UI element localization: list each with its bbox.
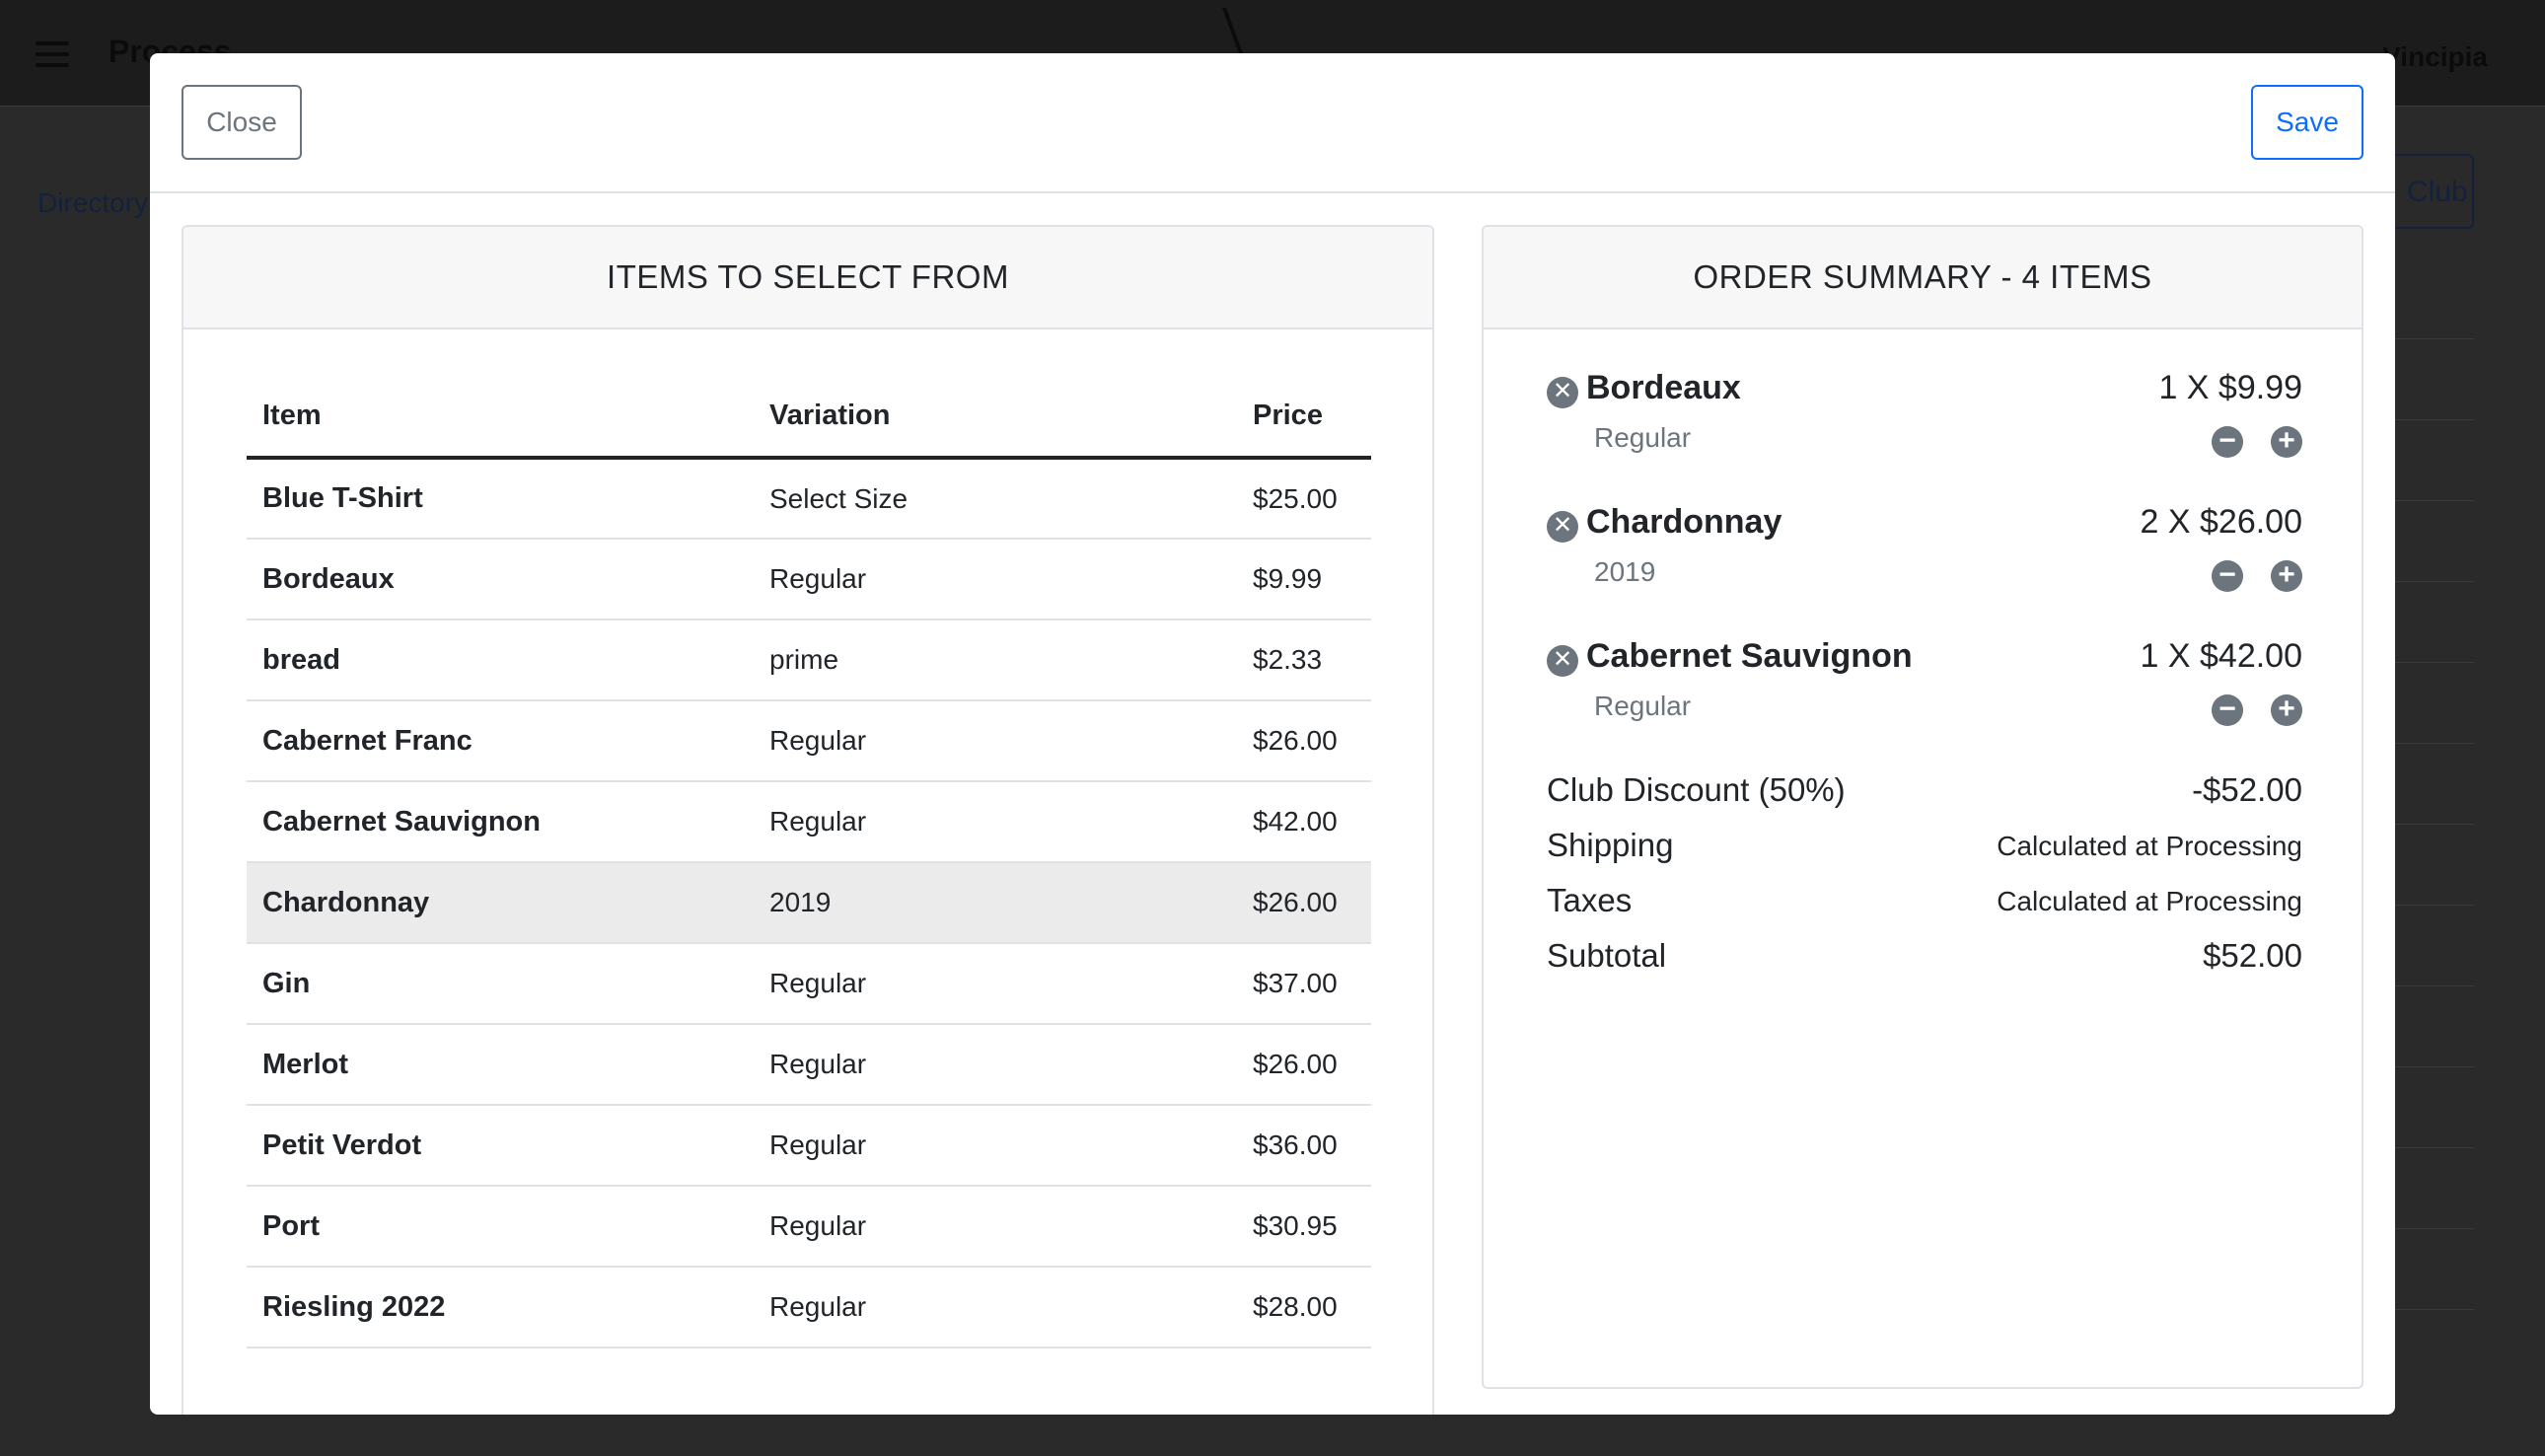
item-variation: Regular	[754, 1024, 1237, 1106]
items-panel: ITEMS TO SELECT FROM Item Variation Pric…	[182, 225, 1434, 1415]
discount-label: Club Discount (50%)	[1547, 771, 1846, 808]
subtotal-value: $52.00	[2203, 937, 2302, 974]
order-item: ✕ Cabernet Sauvignon Regular 1 X $42.00 …	[1547, 633, 2302, 767]
order-item-name: Chardonnay	[1586, 503, 1782, 541]
item-price: $25.00	[1237, 458, 1371, 540]
table-row[interactable]: Gin Regular $37.00	[247, 943, 1371, 1025]
table-row[interactable]: Cabernet Franc Regular $26.00	[247, 700, 1371, 782]
item-name: Cabernet Sauvignon	[247, 781, 754, 863]
order-item-variation: Regular	[1594, 422, 1692, 453]
table-row[interactable]: Bordeaux Regular $9.99	[247, 539, 1371, 620]
close-button[interactable]: Close	[182, 85, 302, 160]
order-item-variation: 2019	[1594, 556, 1656, 587]
modal-header: Close Save	[150, 53, 2395, 193]
item-name: Merlot	[247, 1024, 754, 1106]
order-summary-panel: ORDER SUMMARY - 4 ITEMS ✕ Bordeaux Regul…	[1482, 225, 2363, 1389]
menu-icon[interactable]	[36, 41, 69, 67]
item-price: $30.95	[1237, 1186, 1371, 1268]
subtotal-row: Subtotal $52.00	[1547, 937, 2302, 986]
subtotal-label: Subtotal	[1547, 937, 1667, 974]
column-header-variation: Variation	[754, 375, 1237, 460]
item-variation: 2019	[754, 862, 1237, 944]
shipping-label: Shipping	[1547, 827, 1674, 863]
item-variation: prime	[754, 619, 1237, 701]
item-price: $9.99	[1237, 539, 1371, 620]
remove-icon[interactable]: ✕	[1547, 511, 1578, 543]
save-button[interactable]: Save	[2251, 85, 2363, 160]
minus-icon[interactable]: −	[2212, 426, 2243, 458]
order-item-quantity-price: 2 X $26.00	[2140, 503, 2302, 541]
table-row[interactable]: Blue T-Shirt Select Size $25.00	[247, 458, 1371, 540]
minus-icon[interactable]: −	[2212, 560, 2243, 592]
items-table: Item Variation Price Blue T-Shirt Select…	[247, 375, 1371, 1348]
table-row[interactable]: Port Regular $30.95	[247, 1186, 1371, 1268]
item-name: Bordeaux	[247, 539, 754, 620]
item-variation: Regular	[754, 1267, 1237, 1348]
item-name: Gin	[247, 943, 754, 1025]
item-name: Petit Verdot	[247, 1105, 754, 1187]
shipping-row: Shipping Calculated at Processing	[1547, 827, 2302, 876]
item-name: Chardonnay	[247, 862, 754, 944]
table-row[interactable]: Petit Verdot Regular $36.00	[247, 1105, 1371, 1187]
item-name: Cabernet Franc	[247, 700, 754, 782]
order-item-quantity-price: 1 X $9.99	[2158, 369, 2302, 406]
taxes-row: Taxes Calculated at Processing	[1547, 882, 2302, 931]
table-row[interactable]: Riesling 2022 Regular $28.00	[247, 1267, 1371, 1348]
item-price: $2.33	[1237, 619, 1371, 701]
taxes-label: Taxes	[1547, 882, 1633, 918]
shipping-value: Calculated at Processing	[1997, 831, 2302, 861]
item-price: $28.00	[1237, 1267, 1371, 1348]
item-variation: Regular	[754, 1105, 1237, 1187]
table-row[interactable]: bread prime $2.33	[247, 619, 1371, 701]
item-variation: Regular	[754, 700, 1237, 782]
item-variation: Regular	[754, 539, 1237, 620]
item-variation: Select Size	[754, 458, 1237, 540]
order-item-variation: Regular	[1594, 691, 1692, 721]
table-row[interactable]: Cabernet Sauvignon Regular $42.00	[247, 781, 1371, 863]
order-modal: Close Save ITEMS TO SELECT FROM Item Var…	[150, 53, 2395, 1415]
order-item-quantity-price: 1 X $42.00	[2140, 637, 2302, 675]
discount-row: Club Discount (50%) -$52.00	[1547, 771, 2302, 821]
remove-icon[interactable]: ✕	[1547, 377, 1578, 408]
item-price: $26.00	[1237, 700, 1371, 782]
minus-icon[interactable]: −	[2212, 694, 2243, 726]
item-name: Port	[247, 1186, 754, 1268]
column-header-price: Price	[1237, 375, 1371, 460]
plus-icon[interactable]: +	[2271, 694, 2302, 726]
discount-value: -$52.00	[2192, 771, 2302, 808]
order-item-name: Cabernet Sauvignon	[1586, 637, 1913, 675]
item-variation: Regular	[754, 943, 1237, 1025]
order-summary-title: ORDER SUMMARY - 4 ITEMS	[1484, 227, 2362, 329]
item-price: $36.00	[1237, 1105, 1371, 1187]
item-variation: Regular	[754, 781, 1237, 863]
item-name: bread	[247, 619, 754, 701]
item-name: Riesling 2022	[247, 1267, 754, 1348]
item-price: $26.00	[1237, 1024, 1371, 1106]
item-variation: Regular	[754, 1186, 1237, 1268]
order-item: ✕ Bordeaux Regular 1 X $9.99 − +	[1547, 365, 2302, 499]
remove-icon[interactable]: ✕	[1547, 645, 1578, 677]
item-price: $42.00	[1237, 781, 1371, 863]
items-panel-title: ITEMS TO SELECT FROM	[183, 227, 1432, 329]
table-row-highlighted[interactable]: Chardonnay 2019 $26.00	[247, 862, 1371, 944]
plus-icon[interactable]: +	[2271, 560, 2302, 592]
plus-icon[interactable]: +	[2271, 426, 2302, 458]
table-row[interactable]: Merlot Regular $26.00	[247, 1024, 1371, 1106]
item-name: Blue T-Shirt	[247, 458, 754, 540]
background-account-name: Vincipia	[2382, 41, 2488, 72]
column-header-item: Item	[247, 375, 754, 460]
order-item-name: Bordeaux	[1586, 369, 1741, 406]
directory-link[interactable]: Directory	[37, 187, 148, 219]
item-price: $26.00	[1237, 862, 1371, 944]
item-price: $37.00	[1237, 943, 1371, 1025]
order-item: ✕ Chardonnay 2019 2 X $26.00 − +	[1547, 499, 2302, 633]
taxes-value: Calculated at Processing	[1997, 886, 2302, 916]
